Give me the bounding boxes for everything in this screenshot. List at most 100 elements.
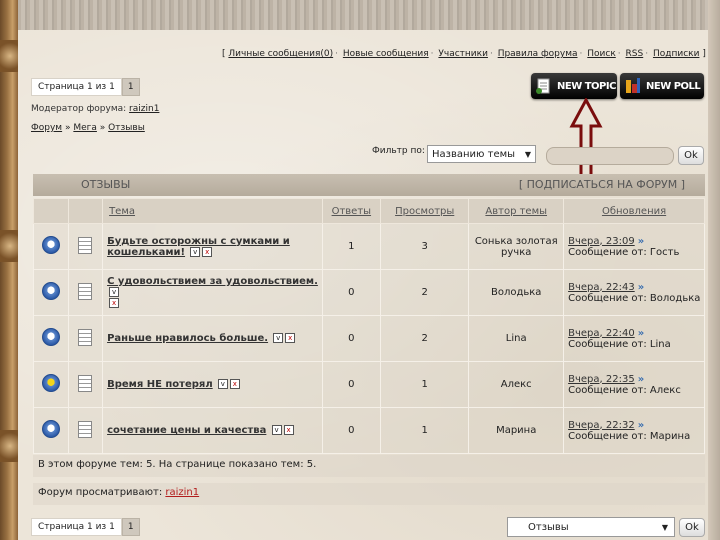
forum-viewers: Форум просматривают: raizin1 — [33, 483, 705, 505]
topic-doc-cell — [67, 407, 104, 454]
last-post-by: Сообщение от: Алекс — [568, 384, 681, 396]
moderate-approve-icon[interactable]: v — [273, 333, 284, 343]
new-document-icon — [536, 78, 550, 94]
forum-header: ОТЗЫВЫ [ ПОДПИСАТЬСЯ НА ФОРУМ ] — [33, 174, 705, 196]
header-topic[interactable]: Тема — [102, 198, 323, 224]
delete-icon[interactable]: x — [229, 379, 240, 389]
topic-link[interactable]: С удовольствием за удовольствием. — [107, 276, 318, 287]
nav-members[interactable]: Участники — [438, 49, 488, 59]
last-post-link[interactable]: Вчера, 23:09 — [568, 236, 635, 247]
top-navigation: [ Личные сообщения(0) · Новые сообщения · … — [222, 49, 706, 59]
filter-input[interactable] — [546, 147, 674, 165]
border-knob — [0, 430, 18, 462]
author-cell: Сонька золотая ручка — [468, 223, 565, 270]
last-post-link[interactable]: Вчера, 22:43 — [568, 282, 635, 293]
breadcrumb-separator: » — [99, 123, 106, 133]
document-icon — [78, 236, 93, 254]
moderator-link[interactable]: raizin1 — [129, 104, 159, 114]
topic-doc-cell — [67, 269, 104, 316]
new-poll-button[interactable]: NEW POLL — [620, 73, 704, 99]
nav-subscriptions[interactable]: Подписки — [653, 49, 699, 59]
breadcrumb: Форум » Мега » Отзывы — [31, 123, 145, 133]
views-cell: 1 — [380, 407, 470, 454]
moderate-approve-icon[interactable]: v — [271, 425, 282, 435]
views-cell: 3 — [380, 223, 470, 270]
header-replies[interactable]: Ответы — [321, 198, 382, 224]
last-post-link[interactable]: Вчера, 22:32 — [568, 420, 635, 431]
replies-cell: 0 — [321, 315, 382, 362]
nav-separator: · — [645, 49, 649, 59]
forum-jump-ok-button[interactable]: Ok — [679, 518, 705, 537]
topic-cell: Будьте осторожны с сумками и кошельками!… — [102, 223, 323, 270]
left-wood-border — [0, 0, 18, 540]
table-row: С удовольствием за удовольствием. vx 0 2… — [33, 269, 705, 316]
nav-separator: · — [489, 49, 493, 59]
nav-search[interactable]: Поиск — [587, 49, 616, 59]
replies-cell: 0 — [321, 361, 382, 408]
nav-rss[interactable]: RSS — [626, 49, 644, 59]
updated-cell: Вчера, 22:32» Сообщение от: Марина — [563, 407, 705, 454]
right-border — [708, 0, 720, 540]
last-post-link[interactable]: Вчера, 22:40 — [568, 328, 635, 339]
topic-cell: сочетание цены и качества vx — [102, 407, 323, 454]
filter-ok-button[interactable]: Ok — [678, 146, 704, 165]
last-post-by: Сообщение от: Гость — [568, 246, 680, 258]
topic-doc-cell — [67, 361, 104, 408]
go-last-post-icon[interactable]: » — [638, 374, 644, 385]
breadcrumb-separator: » — [64, 123, 71, 133]
forum-jump-value: Отзывы — [528, 522, 569, 533]
border-knob — [0, 40, 18, 72]
topic-link[interactable]: Раньше нравилось больше. — [107, 333, 268, 344]
author-cell: Алекс — [468, 361, 565, 408]
topic-link[interactable]: Время НЕ потерял — [107, 379, 213, 390]
topic-status-icon — [41, 420, 60, 438]
header-icon-col — [67, 198, 104, 224]
topic-doc-cell — [67, 315, 104, 362]
topic-cell: Время НЕ потерял vx — [102, 361, 323, 408]
nav-separator: · — [579, 49, 583, 59]
topic-cell: Раньше нравилось больше. vx — [102, 315, 323, 362]
delete-icon[interactable]: x — [109, 298, 120, 308]
page-number-button[interactable]: 1 — [121, 518, 140, 536]
nav-new-posts[interactable]: Новые сообщения — [343, 49, 429, 59]
delete-icon[interactable]: x — [283, 425, 294, 435]
header-views[interactable]: Просмотры — [380, 198, 470, 224]
page-number-button[interactable]: 1 — [121, 78, 140, 96]
viewer-user-link[interactable]: raizin1 — [165, 487, 199, 498]
header-updates[interactable]: Обновления — [563, 198, 705, 224]
topic-status-cell — [33, 315, 69, 362]
views-cell: 2 — [380, 269, 470, 316]
nav-private-messages[interactable]: Личные сообщения(0) — [228, 49, 333, 59]
moderate-approve-icon[interactable]: v — [217, 379, 228, 389]
last-post-by: Сообщение от: Lina — [568, 338, 671, 350]
topic-status-icon — [41, 236, 60, 254]
nav-separator: · — [617, 49, 621, 59]
document-icon — [78, 282, 93, 300]
new-topic-button[interactable]: NEW TOPIC — [531, 73, 617, 99]
breadcrumb-mega[interactable]: Мега — [73, 123, 97, 133]
updated-cell: Вчера, 22:43» Сообщение от: Володька — [563, 269, 705, 316]
breadcrumb-reviews[interactable]: Отзывы — [108, 123, 145, 133]
last-post-by: Сообщение от: Марина — [568, 430, 691, 442]
forum-stats-text: В этом форуме тем: 5. На странице показа… — [38, 459, 317, 470]
forum-jump-select[interactable]: Отзывы ▼ — [507, 517, 675, 537]
filter-select[interactable]: Названию темы ▼ — [427, 145, 536, 163]
delete-icon[interactable]: x — [285, 333, 296, 343]
go-last-post-icon[interactable]: » — [638, 420, 644, 431]
nav-forum-rules[interactable]: Правила форума — [498, 49, 578, 59]
topic-link[interactable]: сочетание цены и качества — [107, 425, 266, 436]
go-last-post-icon[interactable]: » — [638, 328, 644, 339]
topic-status-icon — [41, 328, 60, 346]
last-post-link[interactable]: Вчера, 22:35 — [568, 374, 635, 385]
go-last-post-icon[interactable]: » — [638, 282, 644, 293]
moderate-approve-icon[interactable]: v — [109, 287, 120, 297]
document-icon — [78, 374, 93, 392]
go-last-post-icon[interactable]: » — [638, 236, 644, 247]
pagination-top: Страница 1 из 1 1 — [31, 78, 140, 96]
breadcrumb-forum[interactable]: Форум — [31, 123, 62, 133]
header-author[interactable]: Автор темы — [468, 198, 565, 224]
updated-cell: Вчера, 22:35» Сообщение от: Алекс — [563, 361, 705, 408]
delete-icon[interactable]: x — [202, 246, 213, 257]
subscribe-forum-link[interactable]: [ ПОДПИСАТЬСЯ НА ФОРУМ ] — [519, 178, 685, 191]
moderate-approve-icon[interactable]: v — [190, 246, 201, 257]
